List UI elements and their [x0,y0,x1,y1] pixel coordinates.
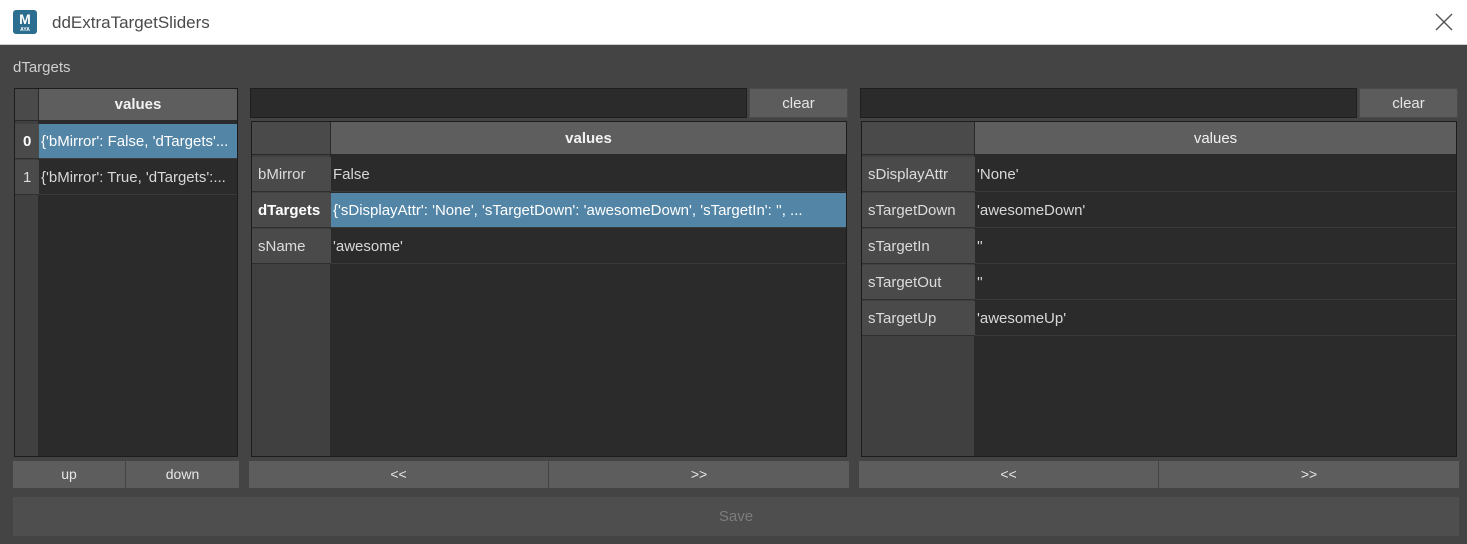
list-item[interactable]: 1 {'bMirror': True, 'dTargets':... [15,160,237,196]
table-row[interactable]: sName 'awesome' [252,229,846,265]
targets-list-table: values 0 {'bMirror': False, 'dTargets'..… [14,88,238,457]
row-value[interactable]: 'awesomeDown' [975,193,1456,228]
close-button[interactable] [1431,9,1457,35]
table-row[interactable]: sTargetUp 'awesomeUp' [862,301,1456,337]
clear-button[interactable]: clear [1359,88,1458,118]
column-header-values[interactable]: values [39,89,237,121]
section-label: dTargets [13,59,71,76]
target-attrs-table: values sDisplayAttr 'None' sTargetDown '… [861,121,1457,457]
row-value[interactable]: 'awesomeUp' [975,301,1456,336]
table-row[interactable]: sTargetIn '' [862,229,1456,265]
table-row[interactable]: dTargets {'sDisplayAttr': 'None', 'sTarg… [252,193,846,229]
close-icon [1435,13,1453,31]
row-key[interactable]: sTargetUp [862,301,975,336]
up-button[interactable]: up [13,461,125,488]
table-row[interactable]: sDisplayAttr 'None' [862,157,1456,193]
app-icon-letter: M [19,11,31,27]
back-button[interactable]: << [249,461,548,488]
list-item[interactable]: 0 {'bMirror': False, 'dTargets'... [15,124,237,160]
row-index[interactable]: 0 [15,124,39,159]
clear-button[interactable]: clear [749,88,848,118]
maya-app-icon: M AYA [13,10,37,34]
table-corner [862,122,975,155]
row-key[interactable]: dTargets [252,193,331,228]
title-bar: M AYA ddExtraTargetSliders [0,0,1467,45]
down-button[interactable]: down [126,461,239,488]
row-value[interactable]: 'awesome' [331,229,846,264]
back-button[interactable]: << [859,461,1158,488]
row-key[interactable]: sDisplayAttr [862,157,975,192]
table-corner [15,89,39,121]
table-corner [252,122,331,155]
forward-button[interactable]: >> [549,461,849,488]
row-value[interactable]: '' [975,265,1456,300]
row-key[interactable]: bMirror [252,157,331,192]
row-key[interactable]: sTargetDown [862,193,975,228]
row-key[interactable]: sName [252,229,331,264]
table-row[interactable]: bMirror False [252,157,846,193]
filter-input[interactable] [250,88,747,118]
row-value[interactable]: False [331,157,846,192]
row-key[interactable]: sTargetOut [862,265,975,300]
row-value[interactable]: {'bMirror': False, 'dTargets'... [39,124,237,159]
row-value[interactable]: '' [975,229,1456,264]
dict-table: values bMirror False dTargets {'sDisplay… [251,121,847,457]
row-value[interactable]: 'None' [975,157,1456,192]
row-key[interactable]: sTargetIn [862,229,975,264]
app-icon-sub: AYA [20,27,30,33]
column-header-values[interactable]: values [331,122,846,155]
table-row[interactable]: sTargetDown 'awesomeDown' [862,193,1456,229]
row-index[interactable]: 1 [15,160,39,195]
window-title: ddExtraTargetSliders [52,13,210,32]
row-value[interactable]: {'sDisplayAttr': 'None', 'sTargetDown': … [331,193,846,228]
table-row[interactable]: sTargetOut '' [862,265,1456,301]
forward-button[interactable]: >> [1159,461,1459,488]
filter-input[interactable] [860,88,1357,118]
save-button[interactable]: Save [13,497,1459,536]
row-value[interactable]: {'bMirror': True, 'dTargets':... [39,160,237,195]
column-header-values[interactable]: values [975,122,1456,155]
